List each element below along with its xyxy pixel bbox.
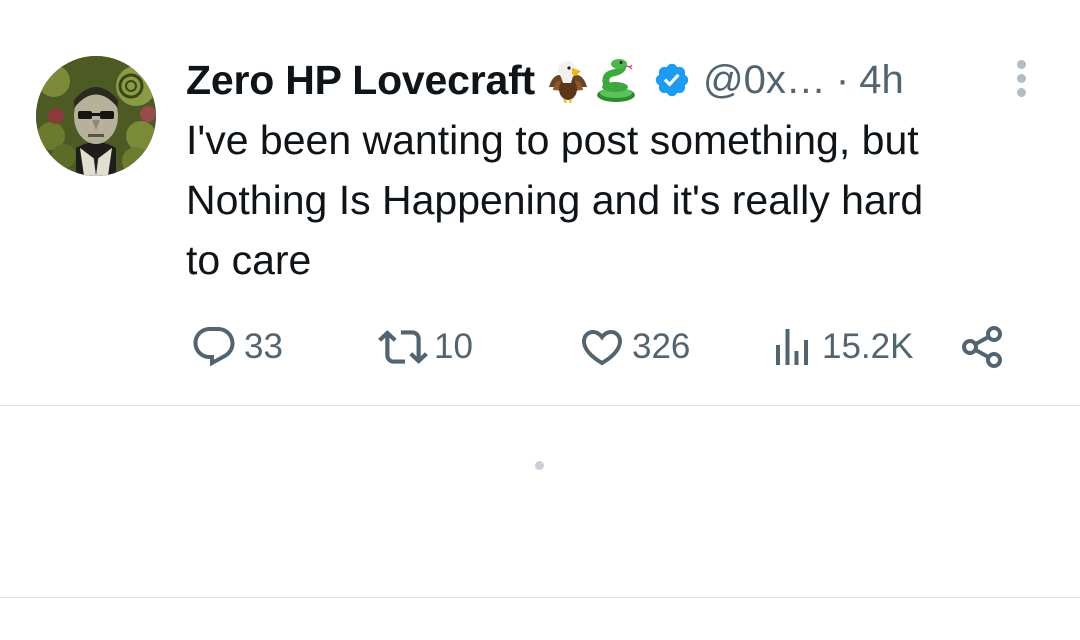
- retweet-count: 10: [434, 327, 473, 366]
- eagle-emoji-icon: [549, 61, 588, 103]
- verified-badge-icon[interactable]: [653, 61, 691, 99]
- views-chart-icon: [776, 329, 808, 365]
- name-emojis: [545, 57, 639, 103]
- like-count: 326: [632, 327, 691, 366]
- divider: [0, 597, 1080, 598]
- author-handle[interactable]: @0x…: [703, 58, 826, 103]
- tweet-text: I've been wanting to post something, but…: [186, 117, 924, 283]
- reply-count: 33: [244, 327, 283, 366]
- tweet-actions: 33 10 326 15.2K: [190, 320, 1030, 374]
- heart-icon: [581, 330, 623, 366]
- more-vertical-icon[interactable]: [1008, 60, 1034, 102]
- reply-icon: [193, 327, 235, 367]
- views-button[interactable]: 15.2K: [768, 320, 913, 374]
- reply-button[interactable]: 33: [190, 320, 283, 374]
- like-button[interactable]: 326: [578, 320, 690, 374]
- avatar-image: [36, 56, 156, 176]
- loading-indicator: [535, 461, 544, 470]
- retweet-icon: [378, 330, 428, 364]
- avatar[interactable]: [36, 56, 156, 176]
- share-button[interactable]: [958, 320, 1006, 374]
- tweet-header: Zero HP Lovecraft @0x… · 4h: [186, 52, 904, 108]
- retweet-button[interactable]: 10: [378, 320, 473, 374]
- separator-dot: ·: [835, 57, 850, 102]
- tweet-card[interactable]: Zero HP Lovecraft @0x… · 4h I've been wa…: [0, 0, 1080, 406]
- display-name[interactable]: Zero HP Lovecraft: [186, 57, 535, 104]
- share-icon: [962, 326, 1002, 368]
- snake-emoji-icon: [597, 59, 636, 102]
- timestamp[interactable]: 4h: [859, 58, 904, 103]
- views-count: 15.2K: [822, 327, 914, 366]
